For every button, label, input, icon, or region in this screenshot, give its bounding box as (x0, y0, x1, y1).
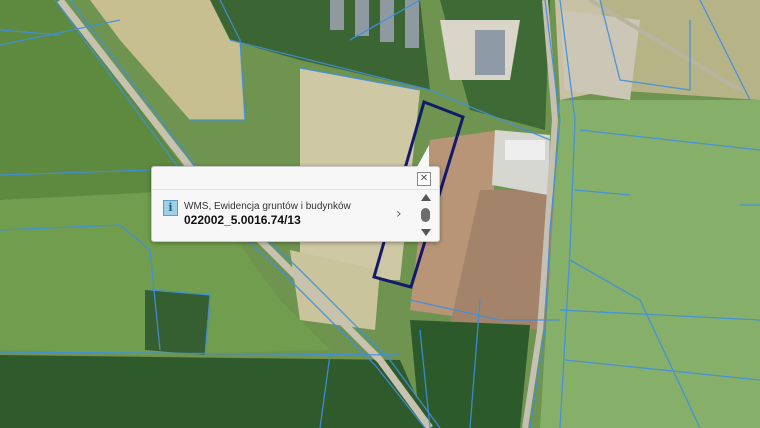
popup-header: ✕ (152, 167, 439, 190)
map-view[interactable]: ✕ i WMS, Ewidencja gruntów i budynków 02… (0, 0, 760, 428)
scroll-up-icon[interactable] (421, 194, 431, 201)
chevron-right-icon[interactable]: › (396, 206, 402, 222)
parcel-id[interactable]: 022002_5.0016.74/13 (184, 213, 301, 227)
scroll-down-icon[interactable] (421, 229, 431, 236)
close-icon[interactable]: ✕ (417, 172, 431, 186)
layer-name: WMS, Ewidencja gruntów i budynków (184, 201, 351, 212)
popup-pointer (417, 145, 429, 167)
info-icon: i (163, 200, 178, 216)
scroll-thumb[interactable] (421, 208, 430, 222)
feature-info-popup: ✕ i WMS, Ewidencja gruntów i budynków 02… (151, 145, 440, 242)
popup-scrollbar[interactable] (420, 194, 434, 238)
